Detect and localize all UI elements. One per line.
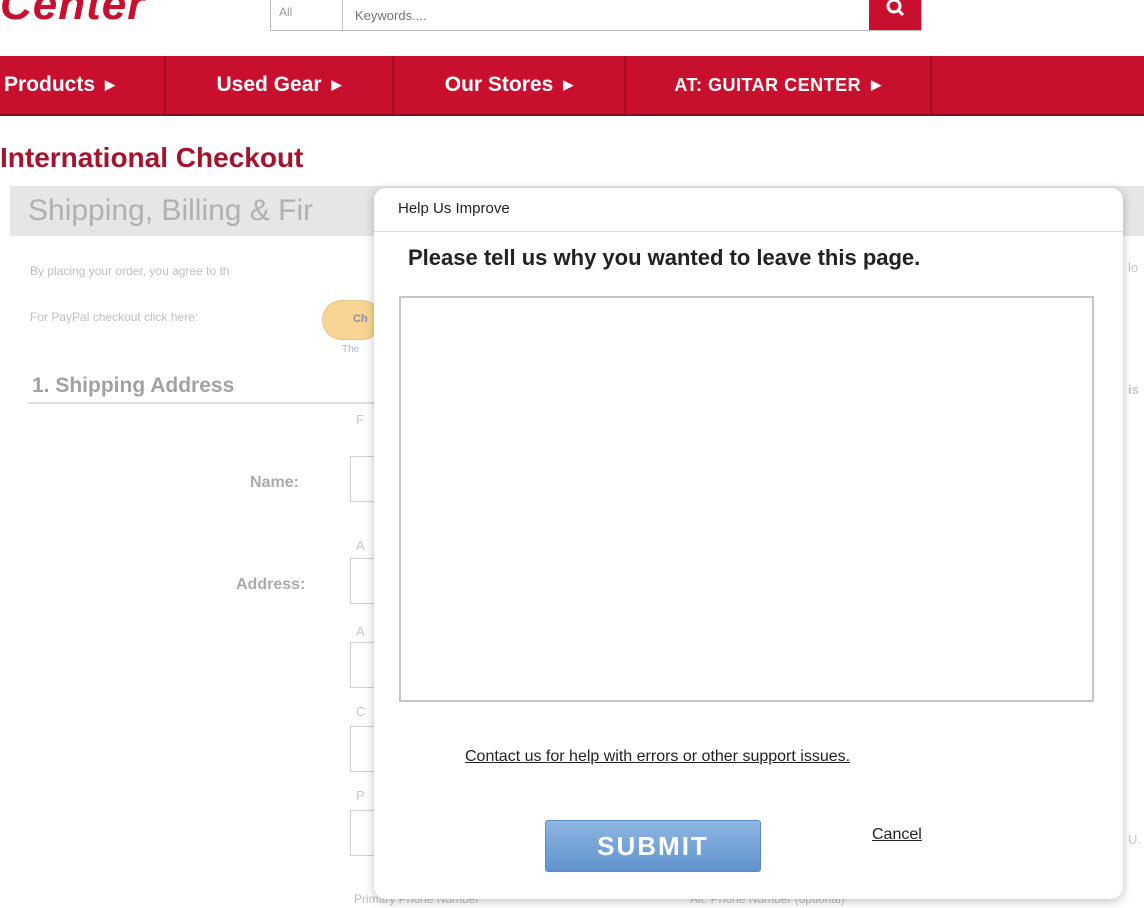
caret-right-icon: ▶ bbox=[331, 77, 342, 92]
paypal-checkout-button[interactable]: Ch bbox=[322, 300, 382, 340]
caret-right-icon: ▶ bbox=[105, 77, 116, 92]
search-bar: All bbox=[270, 0, 922, 31]
address-label: Address: bbox=[236, 576, 306, 593]
section-title: Shipping, Billing & Fir bbox=[28, 194, 314, 227]
first-name-hint: F bbox=[356, 412, 364, 427]
section-divider bbox=[28, 402, 388, 404]
caret-right-icon: ▶ bbox=[563, 77, 574, 92]
cancel-link[interactable]: Cancel bbox=[872, 826, 922, 844]
terms-text-continued: lo bbox=[1128, 260, 1139, 275]
nav-item-label: Used Gear bbox=[216, 73, 322, 96]
paypal-button-text: Ch bbox=[353, 313, 368, 325]
paypal-prompt: For PayPal checkout click here: bbox=[30, 310, 199, 324]
nav-item-used-gear[interactable]: Used Gear ▶ bbox=[166, 56, 394, 114]
paypal-subtext: The bbox=[342, 344, 360, 355]
postal-hint: P bbox=[356, 788, 365, 803]
nav-item-label: Our Stores bbox=[444, 73, 554, 96]
address2-hint: A bbox=[356, 624, 365, 639]
nav-item-label: AT: GUITAR CENTER bbox=[674, 74, 862, 95]
search-icon bbox=[886, 0, 905, 17]
modal-divider bbox=[374, 231, 1123, 232]
modal-title: Help Us Improve bbox=[398, 200, 510, 217]
side-label-fragment: U. bbox=[1128, 832, 1141, 847]
search-button[interactable] bbox=[869, 0, 921, 30]
address-hint: A bbox=[356, 538, 365, 553]
contact-support-link[interactable]: Contact us for help with errors or other… bbox=[465, 748, 850, 766]
nav-item-our-stores[interactable]: Our Stores ▶ bbox=[394, 56, 626, 114]
terms-text: By placing your order, you agree to th bbox=[30, 264, 230, 278]
logo-text: Center bbox=[0, 0, 146, 29]
caret-right-icon: ▶ bbox=[871, 77, 882, 92]
submit-button[interactable]: SUBMIT bbox=[545, 820, 761, 872]
modal-question: Please tell us why you wanted to leave t… bbox=[408, 245, 921, 270]
guitar-center-logo[interactable]: Center bbox=[0, 0, 230, 30]
search-scope-select[interactable]: All bbox=[271, 0, 343, 30]
shipping-address-heading: 1. Shipping Address bbox=[32, 374, 235, 397]
nav-item-label: Products bbox=[4, 73, 96, 96]
city-hint: C bbox=[356, 704, 366, 719]
nav-item-at-guitar-center[interactable]: AT: GUITAR CENTER ▶ bbox=[626, 56, 932, 114]
page-title: International Checkout bbox=[0, 142, 304, 173]
name-label: Name: bbox=[250, 474, 299, 491]
feedback-textarea[interactable] bbox=[399, 296, 1094, 702]
search-input[interactable] bbox=[351, 0, 831, 30]
feedback-modal: Help Us Improve Please tell us why you w… bbox=[374, 188, 1123, 899]
main-nav: Products ▶ Used Gear ▶ Our Stores ▶ AT: … bbox=[0, 56, 1144, 116]
nav-item-products[interactable]: Products ▶ bbox=[0, 56, 166, 114]
side-heading-fragment: is bbox=[1128, 382, 1139, 397]
